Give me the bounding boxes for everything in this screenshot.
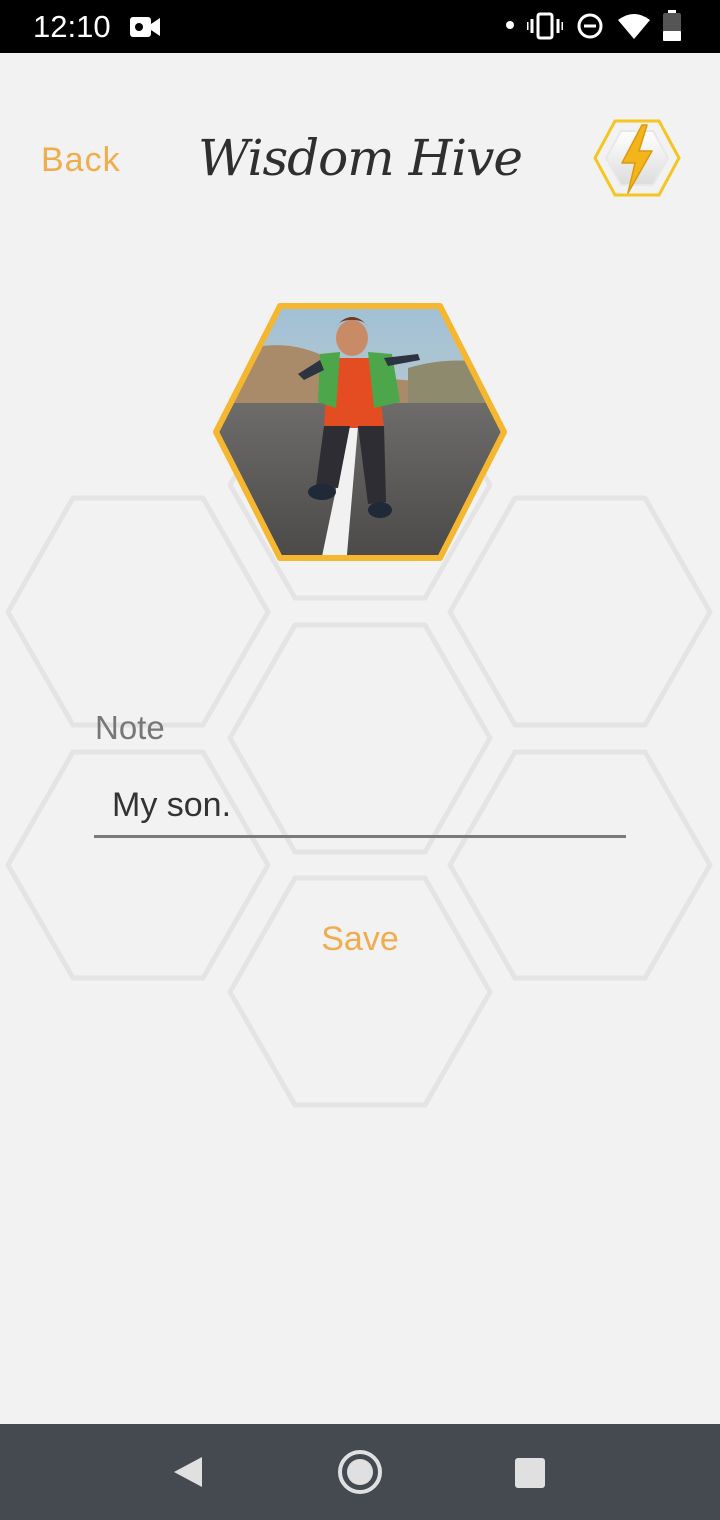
navigation-bar bbox=[0, 1424, 720, 1520]
notification-dot-icon bbox=[506, 21, 514, 29]
video-camera-icon bbox=[130, 17, 160, 37]
wifi-icon bbox=[618, 14, 650, 39]
home-circle-icon[interactable] bbox=[336, 1448, 384, 1496]
recents-square-icon[interactable] bbox=[513, 1456, 547, 1490]
note-label: Note bbox=[95, 709, 165, 746]
battery-icon bbox=[663, 10, 681, 41]
do-not-disturb-icon bbox=[577, 13, 603, 39]
app-header: Back Wisdom Hive bbox=[0, 53, 720, 253]
save-button[interactable]: Save bbox=[270, 910, 450, 968]
profile-photo[interactable] bbox=[208, 298, 512, 566]
note-input[interactable] bbox=[94, 776, 626, 838]
back-button[interactable]: Back bbox=[41, 139, 121, 181]
lightning-bolt-icon[interactable] bbox=[592, 117, 682, 199]
status-time: 12:10 bbox=[33, 9, 111, 44]
vibrate-icon bbox=[527, 12, 563, 40]
back-triangle-icon[interactable] bbox=[170, 1454, 206, 1490]
app-title: Wisdom Hive bbox=[197, 129, 523, 187]
status-bar: 12:10 bbox=[0, 0, 720, 53]
